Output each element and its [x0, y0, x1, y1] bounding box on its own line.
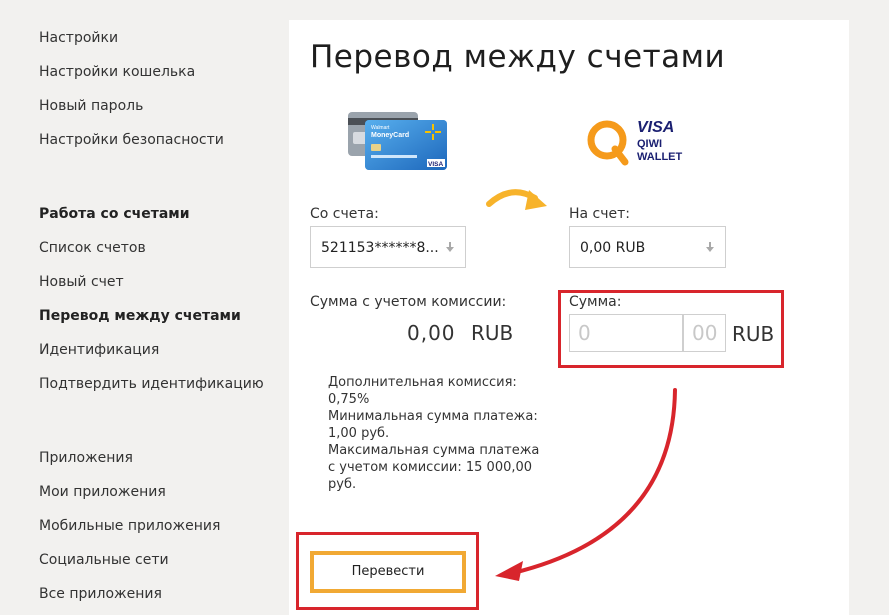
sidebar-item-new-account[interactable]: Новый счет [39, 273, 124, 291]
sidebar-item-account-list[interactable]: Список счетов [39, 239, 146, 257]
sidebar-item-mobile-apps[interactable]: Мобильные приложения [39, 517, 220, 535]
transfer-submit-button[interactable]: Перевести [310, 551, 466, 593]
sidebar-item-transfer-active[interactable]: Перевод между счетами [39, 307, 241, 325]
sidebar-section-accounts[interactable]: Работа со счетами [39, 205, 190, 223]
to-account-select[interactable]: 0,00 RUB [569, 226, 726, 268]
qiwi-visa-text: VISA [637, 119, 674, 136]
sidebar-item-social-networks[interactable]: Социальные сети [39, 551, 169, 569]
from-account-value: 521153******8... [321, 240, 439, 256]
total-amount-value: 0,00 [407, 321, 456, 345]
qiwi-wallet-logo: VISA QIWI WALLET [587, 119, 682, 166]
wallet-text: WALLET [637, 151, 682, 163]
sidebar-item-confirm-identification[interactable]: Подтвердить идентификацию [39, 375, 264, 393]
annotation-arrow-icon [495, 388, 677, 581]
to-account-value: 0,00 RUB [580, 240, 646, 256]
sidebar-item-all-apps[interactable]: Все приложения [39, 585, 162, 603]
sidebar: Настройки Настройки кошелька Новый парол… [0, 0, 288, 615]
amount-rubles-input[interactable]: 0 [569, 314, 683, 352]
qiwi-text: QIWI [637, 138, 662, 150]
sidebar-item-wallet-settings[interactable]: Настройки кошелька [39, 63, 195, 81]
amount-currency: RUB [732, 322, 775, 346]
total-currency: RUB [471, 321, 514, 345]
sidebar-item-my-apps[interactable]: Мои приложения [39, 483, 166, 501]
arrow-down-icon [446, 242, 454, 252]
arrow-down-icon [706, 242, 714, 252]
sidebar-item-security-settings[interactable]: Настройки безопасности [39, 131, 224, 149]
page-title: Перевод между счетами [310, 39, 726, 75]
card-brand-name: MoneyCard [371, 132, 409, 139]
card-brand-top: Walmart [371, 125, 390, 131]
sidebar-item-new-password[interactable]: Новый пароль [39, 97, 143, 115]
amount-kopecks-input[interactable]: 00 [683, 314, 726, 352]
card-visa-text: VISA [428, 161, 443, 168]
sidebar-section-apps[interactable]: Приложения [39, 449, 133, 467]
bank-card-image: Walmart MoneyCard VISA [348, 112, 447, 170]
total-with-commission-label: Сумма с учетом комиссии: [310, 294, 507, 310]
amount-label: Сумма: [569, 294, 622, 310]
sidebar-item-settings[interactable]: Настройки [39, 29, 118, 47]
sidebar-item-identification[interactable]: Идентификация [39, 341, 159, 359]
from-account-label: Со счета: [310, 206, 379, 222]
transfer-panel: Перевод между счетами Walmart MoneyCard … [289, 20, 849, 615]
to-account-label: На счет: [569, 206, 631, 222]
transfer-direction-arrow-icon [486, 189, 547, 210]
from-account-select[interactable]: 521153******8... [310, 226, 466, 268]
